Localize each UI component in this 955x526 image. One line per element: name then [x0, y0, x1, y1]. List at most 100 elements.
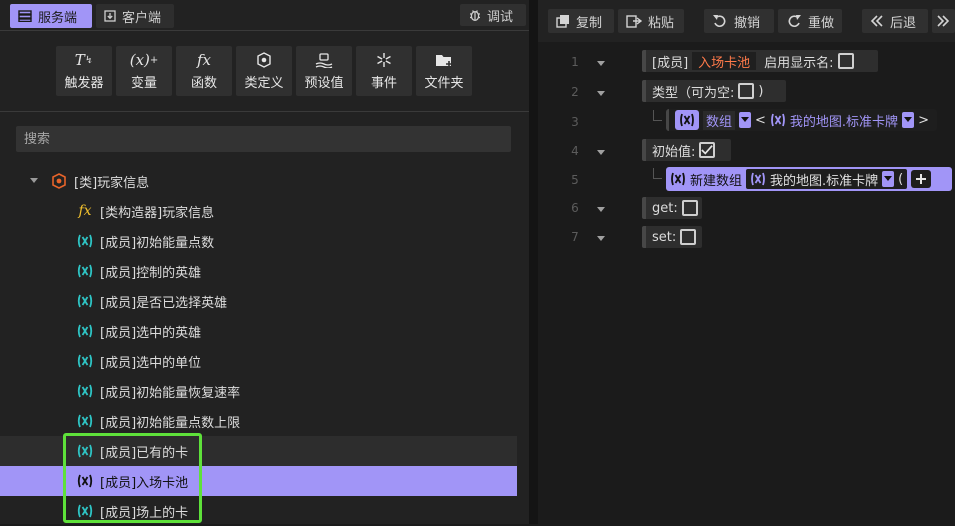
tab-server-label: 服务端	[38, 10, 78, 26]
tree-item[interactable]: fx [类构造器]玩家信息	[0, 196, 517, 226]
lt-symbol: <	[755, 112, 766, 128]
double-chevron-left-icon	[870, 14, 884, 28]
variable-button[interactable]: (x) + 变量	[116, 46, 172, 96]
line-number: 1	[571, 55, 579, 69]
tree-item[interactable]: [成员]是否已选择英雄	[0, 286, 517, 316]
variable-icon	[76, 352, 94, 370]
double-chevron-right-icon	[936, 14, 950, 28]
function-label: 函数	[190, 76, 217, 91]
paste-icon	[626, 14, 642, 28]
tab-client[interactable]: 客户端	[96, 4, 174, 28]
debug-button[interactable]: 调试	[460, 4, 526, 26]
chevron-down-icon[interactable]	[902, 112, 915, 128]
member-prefix: [成员]	[652, 55, 689, 71]
function-icon: fx	[78, 203, 92, 219]
fold-arrow-icon[interactable]	[596, 88, 606, 98]
variable-icon	[750, 171, 766, 187]
tree-item[interactable]: [成员]初始能量点数上限	[0, 406, 517, 436]
variable-icon: (x) +	[129, 51, 159, 69]
trigger-button[interactable]: T ↯ 触发器	[56, 46, 112, 96]
folder-button[interactable]: 文件夹	[416, 46, 472, 96]
chevron-down-icon[interactable]	[739, 112, 752, 128]
event-button[interactable]: 事件	[356, 46, 412, 96]
get-label: get:	[652, 200, 678, 216]
element-type-label: 我的地图.标准卡牌	[789, 114, 899, 130]
add-element-button[interactable]	[911, 170, 932, 188]
trigger-icon: T ↯	[74, 51, 94, 69]
back-button[interactable]: 后退	[862, 9, 928, 33]
type-label: 类型（可为空:	[652, 85, 735, 101]
class-definition-icon	[256, 51, 272, 69]
undo-button[interactable]: 撤销	[704, 9, 774, 33]
redo-icon	[786, 14, 802, 28]
fold-arrow-icon[interactable]	[596, 233, 606, 243]
get-checkbox[interactable]	[681, 200, 698, 216]
tree-class-node[interactable]: [类]玩家信息	[0, 166, 517, 196]
line-number: 4	[571, 144, 579, 158]
array-label: 数组	[703, 110, 736, 130]
event-icon	[376, 51, 392, 69]
show-name-label: 启用显示名:	[764, 55, 834, 71]
member-name-field[interactable]: 入场卡池	[692, 52, 757, 71]
set-checkbox[interactable]	[680, 229, 697, 245]
nullable-checkbox[interactable]	[738, 83, 755, 99]
panel-divider[interactable]	[529, 0, 538, 524]
fold-arrow-icon[interactable]	[596, 147, 606, 157]
trigger-label: 触发器	[64, 76, 104, 91]
getter-block[interactable]: get:	[642, 197, 702, 219]
init-checkbox[interactable]	[699, 142, 716, 158]
member-declaration-block[interactable]: [成员] 入场卡池 启用显示名:	[642, 50, 878, 72]
tree-item[interactable]: [成员]初始能量恢复速率	[0, 376, 517, 406]
forward-button[interactable]	[932, 9, 955, 33]
plus-icon	[916, 174, 927, 184]
tree-item-label: [成员]选中的单位	[100, 355, 202, 371]
chevron-down-icon[interactable]	[882, 171, 895, 187]
gt-symbol: >	[918, 112, 929, 128]
show-name-checkbox[interactable]	[837, 53, 854, 69]
tree-item-label: [成员]初始能量恢复速率	[100, 385, 241, 401]
new-array-type-label: 我的地图.标准卡牌	[770, 173, 879, 189]
line-number: 7	[571, 230, 579, 244]
debug-label: 调试	[487, 9, 514, 25]
array-type-expression[interactable]: 数组 < 我的地图.标准卡牌 >	[666, 109, 937, 131]
editor-panel	[538, 0, 955, 524]
tree-item[interactable]: [成员]选中的英雄	[0, 316, 517, 346]
fold-arrow-icon[interactable]	[596, 204, 606, 214]
fold-arrow-icon[interactable]	[596, 58, 606, 68]
preset-icon	[315, 51, 333, 69]
new-array-label: 新建数组	[690, 173, 743, 189]
folder-icon	[435, 51, 453, 69]
tree-class-label: [类]玩家信息	[74, 175, 150, 191]
chevron-down-icon[interactable]	[30, 178, 44, 184]
variable-label: 变量	[130, 76, 157, 91]
variable-icon	[679, 112, 695, 128]
tree-item[interactable]: [成员]选中的单位	[0, 346, 517, 376]
search-input[interactable]	[16, 126, 511, 152]
open-paren: (	[898, 171, 904, 187]
new-array-type[interactable]: 我的地图.标准卡牌 (	[746, 169, 908, 189]
type-block[interactable]: 类型（可为空: )	[642, 80, 786, 102]
initial-value-block[interactable]: 初始值:	[642, 139, 731, 161]
class-icon	[50, 172, 68, 190]
paste-button[interactable]: 粘贴	[618, 9, 684, 33]
line-number: 2	[571, 85, 579, 99]
tree-item[interactable]: [成员]控制的英雄	[0, 256, 517, 286]
function-button[interactable]: fx 函数	[176, 46, 232, 96]
preset-label: 预设值	[304, 76, 344, 91]
toolbar-divider	[0, 111, 529, 112]
redo-button[interactable]: 重做	[778, 9, 842, 33]
new-array-expression[interactable]: 新建数组 我的地图.标准卡牌 (	[666, 167, 952, 191]
function-icon: fx	[196, 51, 211, 69]
tree-item[interactable]: [成员]初始能量点数	[0, 226, 517, 256]
variable-icon	[76, 262, 94, 280]
copy-button[interactable]: 复制	[548, 9, 614, 33]
tab-server[interactable]: 服务端	[10, 4, 92, 28]
class-definition-button[interactable]: 类定义	[236, 46, 292, 96]
preset-button[interactable]: 预设值	[296, 46, 352, 96]
tree-item-label: [成员]选中的英雄	[100, 325, 202, 341]
back-label: 后退	[890, 15, 917, 31]
variable-icon	[76, 322, 94, 340]
bug-icon	[468, 8, 482, 22]
array-type-pill[interactable]	[675, 110, 699, 130]
setter-block[interactable]: set:	[642, 226, 702, 248]
